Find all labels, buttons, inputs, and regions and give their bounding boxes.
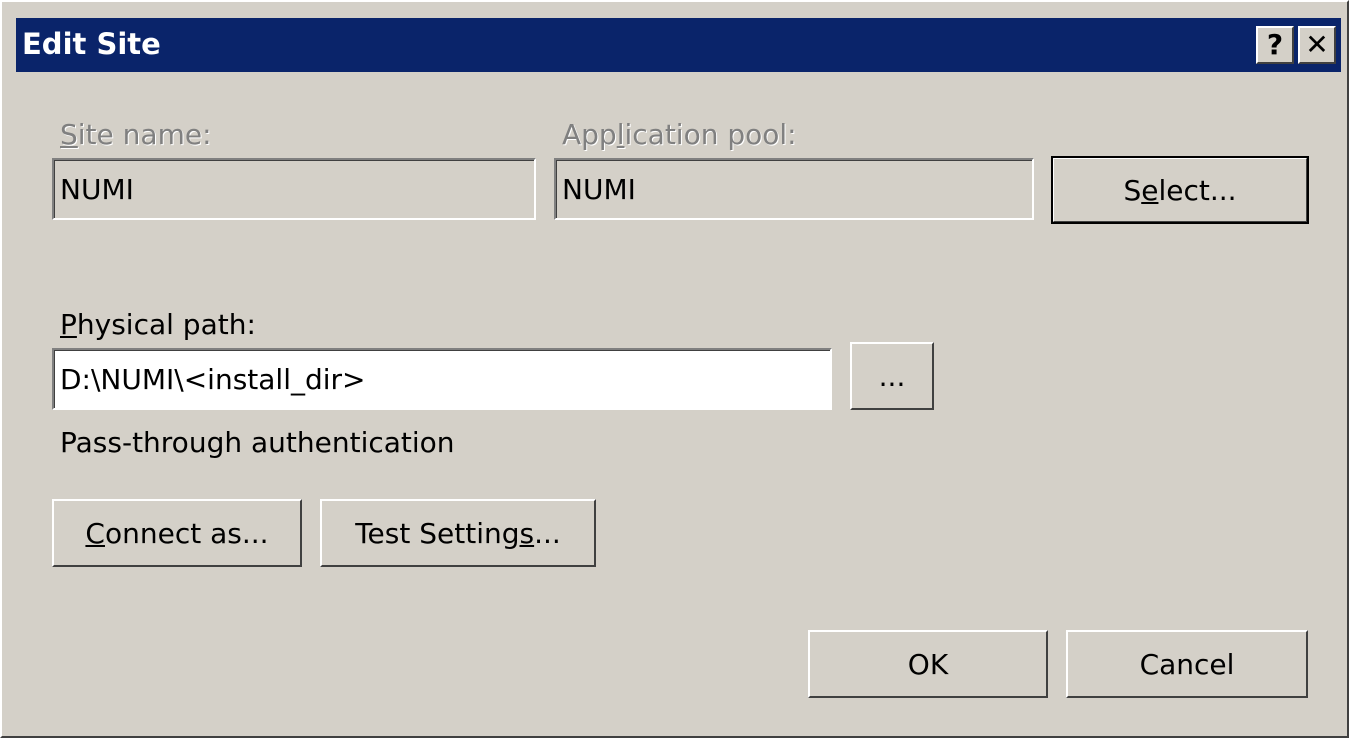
- auth-status-text: Pass-through authentication: [60, 426, 455, 459]
- physical-path-label: Physical path:: [60, 308, 256, 341]
- ok-button[interactable]: OK: [808, 630, 1048, 698]
- connect-as-button[interactable]: Connect as...: [52, 499, 302, 567]
- browse-button-label: ...: [878, 359, 906, 393]
- close-button[interactable]: ✕: [1298, 26, 1336, 64]
- site-name-label: Site name:: [60, 118, 212, 151]
- dialog-title: Edit Site: [22, 27, 161, 61]
- site-name-value: NUMI: [60, 172, 134, 206]
- physical-path-value: D:\NUMI\<install_dir>: [60, 362, 366, 396]
- title-bar[interactable]: Edit Site ? ✕: [16, 18, 1341, 72]
- select-button[interactable]: Select...: [1051, 156, 1309, 224]
- cancel-button[interactable]: Cancel: [1066, 630, 1308, 698]
- application-pool-value: NUMI: [562, 172, 636, 206]
- site-name-field[interactable]: NUMI: [52, 158, 536, 220]
- connect-as-button-label: Connect as...: [85, 516, 269, 550]
- close-icon: ✕: [1305, 28, 1329, 61]
- application-pool-label: Application pool:: [562, 118, 797, 151]
- cancel-button-label: Cancel: [1139, 647, 1235, 681]
- help-icon: ?: [1266, 28, 1284, 61]
- test-settings-button-label: Test Settings...: [355, 516, 561, 550]
- ok-button-label: OK: [907, 647, 949, 681]
- browse-button[interactable]: ...: [850, 342, 934, 410]
- help-button[interactable]: ?: [1256, 26, 1294, 64]
- application-pool-field[interactable]: NUMI: [554, 158, 1034, 220]
- test-settings-button[interactable]: Test Settings...: [320, 499, 596, 567]
- edit-site-dialog: Edit Site ? ✕ Site name: NUMI Applicatio…: [0, 0, 1349, 738]
- physical-path-input[interactable]: D:\NUMI\<install_dir>: [52, 348, 832, 410]
- select-button-label: Select...: [1123, 173, 1237, 207]
